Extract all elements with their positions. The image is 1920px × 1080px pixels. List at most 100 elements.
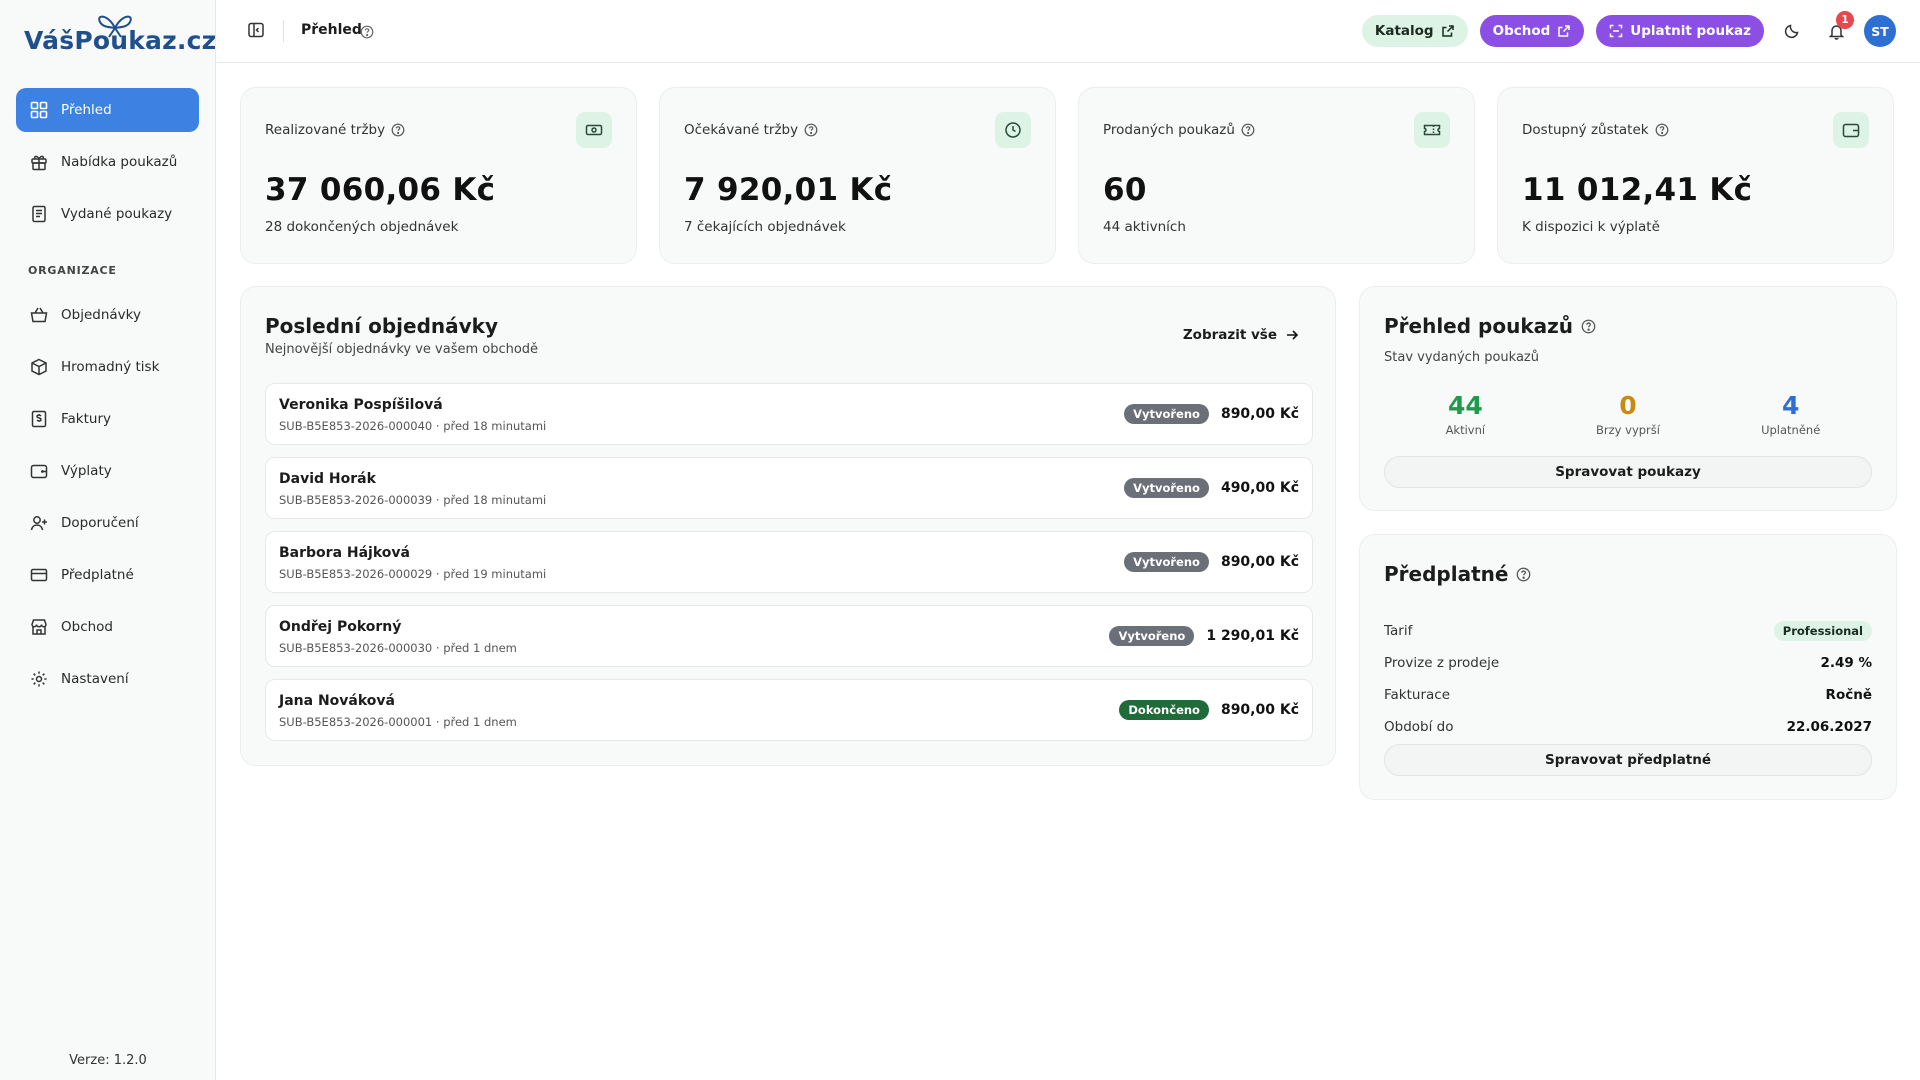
sidebar-item-nastaveni[interactable]: Nastavení [16, 657, 199, 701]
notifications-button[interactable]: 1 [1820, 11, 1854, 47]
sidebar-item-label: Vydané poukazy [61, 206, 173, 222]
help-icon[interactable] [1241, 123, 1255, 137]
sidebar-item-prehled[interactable]: Přehled [16, 88, 199, 132]
stat-card-sold-vouchers: Prodaných poukazů 60 44 aktivních [1078, 87, 1475, 264]
order-summary: Vytvořeno 890,00 Kč [1124, 404, 1299, 424]
recent-orders-panel: Poslední objednávky Nejnovější objednávk… [240, 286, 1336, 766]
voucher-stat-redeemed: 4 Uplatněné [1709, 391, 1872, 437]
stat-value: 60 [1103, 172, 1147, 208]
order-customer-name: Ondřej Pokorný [279, 619, 402, 635]
theme-toggle-button[interactable] [1776, 15, 1808, 47]
manage-vouchers-button[interactable]: Spravovat poukazy [1384, 456, 1872, 488]
order-row[interactable]: Barbora Hájková SUB-B5E853-2026-000029 ·… [265, 531, 1313, 593]
stat-label: Dostupný zůstatek [1522, 122, 1669, 138]
sidebar-item-nabidka[interactable]: Nabídka poukazů [16, 140, 199, 184]
sidebar-item-vyplaty[interactable]: Výplaty [16, 449, 199, 493]
voucher-stat-value: 44 [1447, 391, 1483, 420]
sidebar-item-hromadny-tisk[interactable]: Hromadný tisk [16, 345, 199, 389]
voucher-stat-label: Uplatněné [1761, 423, 1821, 437]
show-all-orders-link[interactable]: Zobrazit vše [1183, 327, 1299, 343]
cash-icon [576, 112, 612, 148]
stat-label: Prodaných poukazů [1103, 122, 1255, 138]
voucher-stat-label: Brzy vyprší [1596, 423, 1660, 437]
subscription-key: Období do [1384, 719, 1454, 735]
sidebar: VášPoukaz.cz Přehled Nabídka poukazů Vyd… [0, 0, 216, 1080]
sidebar-toggle-button[interactable] [247, 21, 267, 41]
help-icon[interactable] [360, 24, 374, 43]
store-icon [29, 617, 49, 637]
sidebar-item-faktury[interactable]: Faktury [16, 397, 199, 441]
order-customer-name: Veronika Pospíšilová [279, 397, 443, 413]
show-all-label: Zobrazit vše [1182, 327, 1277, 343]
subscription-value: 22.06.2027 [1786, 719, 1872, 735]
stat-subtext: K dispozici k výplatě [1522, 219, 1660, 235]
notification-count-badge: 1 [1836, 11, 1854, 29]
obchod-label: Obchod [1492, 23, 1551, 39]
order-amount: 490,00 Kč [1220, 480, 1299, 496]
voucher-stat-value: 0 [1619, 391, 1637, 420]
obchod-button[interactable]: Obchod [1479, 15, 1585, 47]
katalog-label: Katalog [1374, 23, 1434, 39]
stats-row: Realizované tržby 37 060,06 Kč 28 dokonč… [240, 87, 1897, 264]
help-icon[interactable] [391, 123, 405, 137]
subscription-title: Předplatné [1384, 562, 1531, 586]
sidebar-item-vydane[interactable]: Vydané poukazy [16, 192, 199, 236]
sidebar-item-obchod[interactable]: Obchod [16, 605, 199, 649]
sidebar-item-objednavky[interactable]: Objednávky [16, 293, 199, 337]
wallet-icon [29, 461, 49, 481]
manage-subscription-button[interactable]: Spravovat předplatné [1384, 744, 1872, 776]
stat-card-realized-revenue: Realizované tržby 37 060,06 Kč 28 dokonč… [240, 87, 637, 264]
order-row[interactable]: Veronika Pospíšilová SUB-B5E853-2026-000… [265, 383, 1313, 445]
stat-value: 7 920,01 Kč [684, 172, 893, 208]
external-link-icon [1558, 25, 1571, 37]
gift-icon [29, 152, 49, 172]
recent-orders-title: Poslední objednávky [265, 314, 498, 338]
recent-orders-subtitle: Nejnovější objednávky ve vašem obchodě [265, 342, 539, 357]
dashboard-icon [29, 100, 49, 120]
order-row[interactable]: Jana Nováková SUB-B5E853-2026-000001 · p… [265, 679, 1313, 741]
order-row[interactable]: David Horák SUB-B5E853-2026-000039 · pře… [265, 457, 1313, 519]
status-badge: Vytvořeno [1124, 404, 1209, 424]
sidebar-item-label: Výplaty [61, 463, 112, 479]
subscription-key: Tarif [1384, 623, 1413, 639]
user-avatar[interactable]: ST [1864, 15, 1896, 47]
package-icon [29, 357, 49, 377]
topbar-actions: Katalog Obchod Uplatnit poukaz 1 ST [1361, 11, 1896, 47]
sidebar-item-doporuceni[interactable]: Doporučení [16, 501, 199, 545]
page-title: Přehled [301, 22, 362, 38]
subscription-value: Ročně [1825, 687, 1872, 703]
subscription-row-billing: Fakturace Ročně [1384, 679, 1872, 711]
help-icon[interactable] [1655, 123, 1669, 137]
help-icon[interactable] [804, 123, 818, 137]
katalog-button[interactable]: Katalog [1361, 15, 1468, 47]
stat-card-available-balance: Dostupný zůstatek 11 012,41 Kč K dispozi… [1497, 87, 1894, 264]
sidebar-item-predplatne[interactable]: Předplatné [16, 553, 199, 597]
order-amount: 890,00 Kč [1220, 554, 1299, 570]
uplatnit-label: Uplatnit poukaz [1630, 23, 1751, 39]
subscription-value: 2.49 % [1820, 655, 1872, 671]
uplatnit-poukaz-button[interactable]: Uplatnit poukaz [1596, 15, 1764, 47]
topbar-divider [283, 20, 284, 42]
order-summary: Vytvořeno 490,00 Kč [1124, 478, 1299, 498]
sidebar-nav: Přehled Nabídka poukazů Vydané poukazy O… [16, 88, 199, 709]
sidebar-item-label: Objednávky [61, 307, 141, 323]
moon-icon [1784, 24, 1799, 39]
sidebar-item-label: Hromadný tisk [61, 359, 160, 375]
plan-badge: Professional [1773, 621, 1872, 641]
stat-subtext: 7 čekajících objednávek [684, 219, 846, 235]
sidebar-item-label: Přehled [61, 102, 112, 118]
voucher-stat-label: Aktivní [1445, 423, 1486, 437]
order-meta: SUB-B5E853-2026-000029 · před 19 minutam… [279, 567, 547, 581]
basket-icon [29, 305, 49, 325]
voucher-stat-value: 4 [1781, 391, 1800, 420]
status-badge: Vytvořeno [1124, 478, 1209, 498]
stat-label-text: Dostupný zůstatek [1522, 122, 1649, 138]
help-icon[interactable] [1516, 567, 1531, 582]
brand-logo[interactable]: VášPoukaz.cz [24, 15, 216, 62]
order-meta: SUB-B5E853-2026-000039 · před 18 minutam… [279, 493, 547, 507]
stat-label-text: Prodaných poukazů [1103, 122, 1235, 138]
stat-label: Očekávané tržby [684, 122, 818, 138]
order-row[interactable]: Ondřej Pokorný SUB-B5E853-2026-000030 · … [265, 605, 1313, 667]
help-icon[interactable] [1581, 319, 1596, 334]
order-amount: 890,00 Kč [1220, 702, 1299, 718]
